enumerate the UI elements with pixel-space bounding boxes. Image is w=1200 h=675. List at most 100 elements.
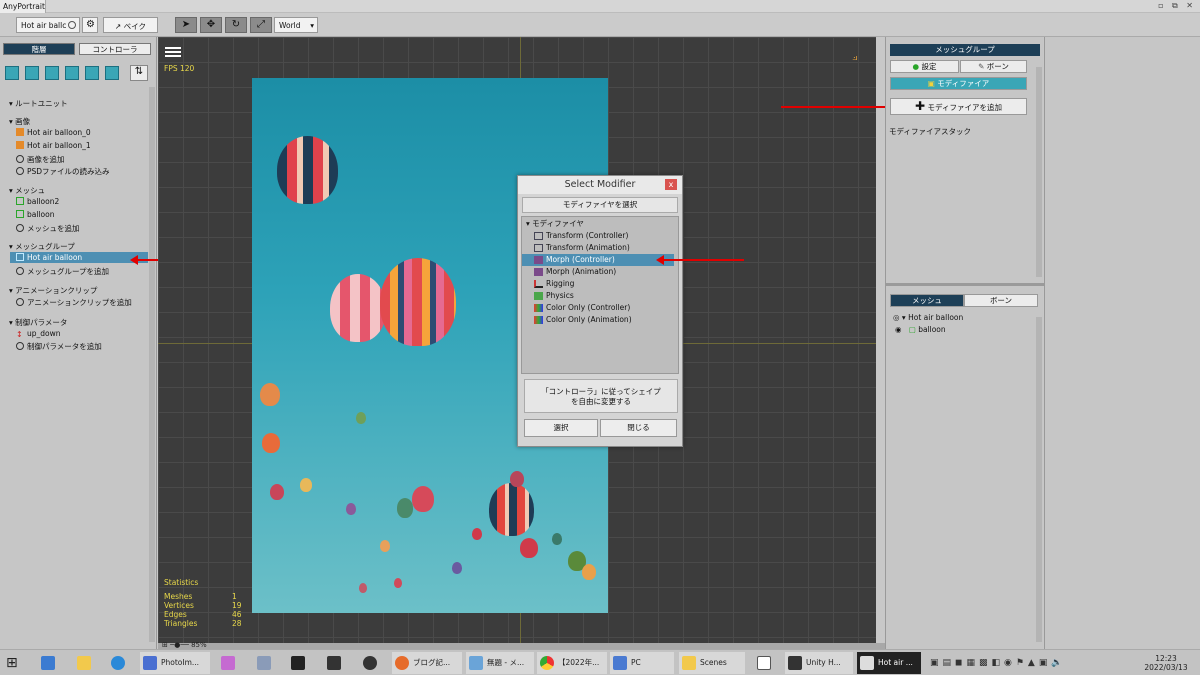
paint-icon[interactable] [218,652,238,674]
modifier-group-header[interactable]: ▾ モディファイヤ [526,218,584,229]
balloon-image [552,533,562,545]
modifier-item[interactable]: Morph (Animation) [522,266,674,278]
title-bar: AnyPortrait ▫ ⧉ ✕ [0,0,1200,13]
scrollbar[interactable] [1036,67,1042,277]
add-anim-label: アニメーションクリップを追加 [27,298,132,307]
db-icon[interactable] [254,652,274,674]
taskbar-app[interactable]: ブログ記... [392,652,462,674]
mesh-filter-icon[interactable] [45,66,59,80]
tab-hierarchy[interactable]: 階層 [3,43,75,55]
taskbar-app-label: ブログ記... [413,658,451,667]
tab-bone-2[interactable]: ボーン [964,294,1038,307]
mesh-group-selector[interactable]: Hot air ballc [16,17,80,33]
clapper-icon[interactable] [324,652,344,674]
select-tool-icon[interactable]: ➤ [175,17,197,33]
list-item[interactable]: Hot air balloon_0 [16,128,91,137]
clock[interactable]: 12:23 2022/03/13 [1140,652,1192,674]
meshgroups-header[interactable]: ▾ メッシュグループ [9,241,75,252]
anim-header[interactable]: ▾ アニメーションクリップ [9,285,97,296]
modifier-item[interactable]: Color Only (Animation) [522,314,674,326]
list-item[interactable]: balloon2 [16,197,59,206]
animation-filter-icon[interactable] [85,66,99,80]
add-meshgroup-button[interactable]: メッシュグループを追加 [16,266,109,277]
add-image-button[interactable]: 画像を追加 [16,154,65,165]
windows-start-icon[interactable]: ⊞ [6,652,28,674]
list-item[interactable]: Hot air balloon_1 [16,141,91,150]
space-dropdown[interactable]: World ▾ [274,17,318,33]
add-image-label: 画像を追加 [27,155,65,164]
list-item[interactable]: ↕ up_down [16,329,61,339]
meshgroup-filter-icon[interactable] [65,66,79,80]
scrollbar[interactable] [149,87,155,642]
menu-icon[interactable] [165,45,181,59]
modifier-item[interactable]: Physics [522,290,674,302]
s-app-icon[interactable] [360,652,380,674]
tab-bone[interactable]: ✎ ボーン [960,60,1027,73]
taskbar-app[interactable]: PhotoIm... [140,652,210,674]
terminal-icon[interactable] [288,652,308,674]
plus-circle-icon [16,298,24,306]
stats-value: 46 [232,610,242,619]
move-tool-icon[interactable]: ✥ [200,17,222,33]
tree-root-row[interactable]: ◎ ▾ Hot air balloon [893,313,963,322]
taskbar-app[interactable]: 無題 - メ... [466,652,534,674]
select-button[interactable]: 選択 [524,419,598,437]
params-header[interactable]: ▾ 制御パラメータ [9,317,67,328]
system-tray-icons[interactable]: ▣▤◼▦▩◧◉⚑▲▣🔈 [930,652,1110,674]
sort-icon[interactable]: ⇅ [130,65,148,81]
balloon-image [356,412,366,424]
zoom-readout[interactable]: ⊞ ─●── 85% [162,641,207,649]
add-anim-button[interactable]: アニメーションクリップを追加 [16,297,132,308]
list-item[interactable]: balloon [16,210,54,219]
root-unit-header[interactable]: ▾ ルートユニット [9,98,68,109]
tab-controller[interactable]: コントローラ [79,43,151,55]
scale-tool-icon[interactable]: ⤢ [250,17,272,33]
modifier-item[interactable]: Transform (Controller) [522,230,674,242]
add-param-button[interactable]: 制御パラメータを追加 [16,341,102,352]
close-icon[interactable]: x [665,179,677,190]
bone-gizmo-icon[interactable]: ⟓ [852,49,858,64]
modifier-item[interactable]: Color Only (Controller) [522,302,674,314]
rotate-tool-icon[interactable]: ↻ [225,17,247,33]
app-tab[interactable]: AnyPortrait [0,0,46,13]
images-header[interactable]: ▾ 画像 [9,116,30,127]
stats-value: 1 [232,592,237,601]
rigging-icon [534,280,543,288]
window-controls[interactable]: ▫ ⧉ ✕ [1158,1,1196,11]
folder-icon[interactable] [74,652,94,674]
meshes-header[interactable]: ▾ メッシュ [9,185,45,196]
add-mesh-button[interactable]: メッシュを追加 [16,223,80,234]
tab-mesh[interactable]: メッシュ [890,294,964,307]
taskbar-app-active[interactable]: Hot air ... [857,652,921,674]
parameter-filter-icon[interactable] [105,66,119,80]
tree-child-row[interactable]: ◉ ▢ balloon [895,325,946,334]
taskbar-app[interactable]: PC [610,652,674,674]
taskbar-app[interactable]: Unity H... [785,652,853,674]
edge-icon[interactable] [108,652,128,674]
modifier-item[interactable]: Rigging [522,278,674,290]
tab-settings[interactable]: ● 設定 [890,60,959,73]
import-psd-button[interactable]: PSDファイルの読み込み [16,166,110,177]
pc-icon[interactable] [38,652,58,674]
stats-value: 19 [232,601,242,610]
root-unit-filter-icon[interactable] [5,66,19,80]
image-filter-icon[interactable] [25,66,39,80]
scrollbar[interactable] [1036,317,1042,642]
modifier-item[interactable]: Transform (Animation) [522,242,674,254]
list-item-selected[interactable]: Hot air balloon [16,253,82,262]
close-button[interactable]: 閉じる [600,419,677,437]
gear-icon[interactable]: ⚙ [82,17,98,33]
eye-icon[interactable]: ◉ [895,325,902,334]
tab-modifier[interactable]: ▣ モディファイア [890,77,1027,90]
meshes-header-label: メッシュ [15,186,46,195]
clock-time: 12:23 [1155,654,1177,663]
panel-divider[interactable] [886,283,1044,286]
taskbar-app[interactable]: Scenes [679,652,745,674]
dialog-title: Select Modifier [518,176,682,194]
bake-button[interactable]: ↗ ベイク [103,17,158,33]
balloon-image [412,486,434,512]
balloon-image [262,433,280,453]
chat-icon[interactable] [754,652,774,674]
taskbar-app[interactable]: 【2022年... [537,652,607,674]
add-modifier-button[interactable]: ✚ モディファイアを追加 [890,98,1027,115]
